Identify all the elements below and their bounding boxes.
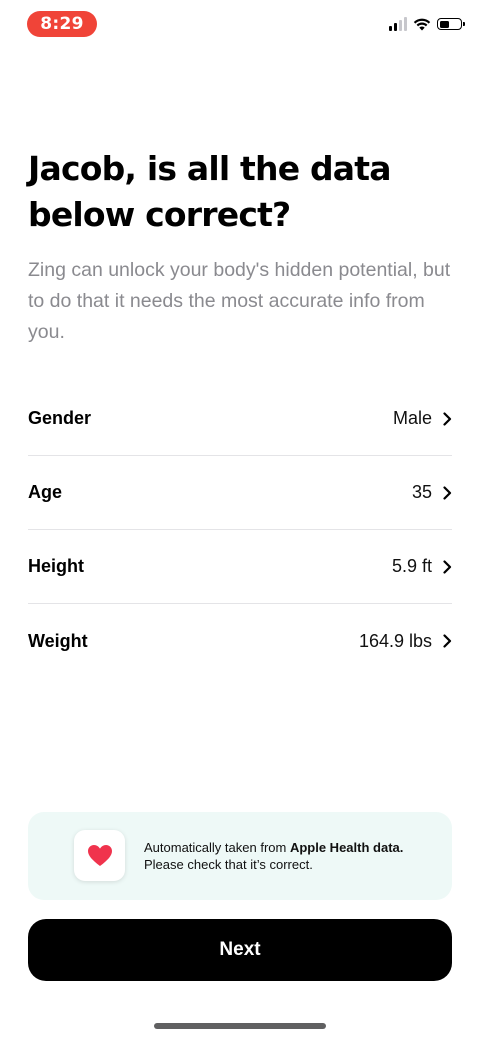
- row-weight[interactable]: Weight 164.9 lbs: [28, 604, 452, 678]
- data-list: Gender Male Age 35 Height 5.9 ft Weight …: [28, 382, 452, 678]
- row-height[interactable]: Height 5.9 ft: [28, 530, 452, 604]
- chevron-right-icon: [443, 485, 452, 500]
- row-value: 35: [411, 482, 432, 502]
- notice-source: Apple Health data.: [289, 840, 404, 855]
- row-value-group: 5.9 ft: [392, 556, 452, 577]
- page-title: Jacob, is all the data below correct?: [28, 149, 392, 234]
- row-value-group: 164.9 lbs: [359, 631, 452, 652]
- status-icons: [389, 17, 465, 31]
- status-time[interactable]: 8:29: [27, 11, 97, 37]
- row-label: Height: [28, 556, 84, 576]
- row-value-group: 35: [412, 482, 452, 503]
- row-label: Age: [28, 482, 63, 502]
- chevron-right-icon: [443, 634, 452, 648]
- apple-health-notice-text: Automatically taken from Apple Health da…: [144, 839, 444, 873]
- row-label: Gender: [28, 408, 92, 428]
- apple-health-notice: Automatically taken from Apple Health da…: [28, 812, 452, 900]
- wifi-icon: [413, 18, 431, 31]
- row-gender[interactable]: Gender Male: [28, 382, 452, 456]
- heart-icon: [87, 845, 112, 866]
- notice-line-2: Please check that it’s correct.: [144, 857, 313, 872]
- row-label: Weight: [28, 630, 88, 651]
- battery-level: [439, 20, 449, 28]
- chevron-right-icon: [443, 559, 452, 574]
- home-indicator[interactable]: [154, 1023, 326, 1029]
- page-subtitle: Zing can unlock your body's hidden poten…: [28, 259, 451, 343]
- next-button[interactable]: Next: [28, 919, 452, 981]
- row-value: 164.9 lbs: [358, 630, 432, 651]
- apple-health-app-tile: [74, 830, 125, 881]
- notice-prefix: Automatically taken from: [144, 840, 290, 855]
- notice-line-1: Automatically taken from Apple Health da…: [144, 839, 444, 856]
- chevron-right-icon: [443, 411, 452, 426]
- status-bar: 8:29: [0, 0, 480, 48]
- row-age[interactable]: Age 35: [28, 456, 452, 530]
- cellular-signal-icon: [389, 17, 407, 31]
- row-value-group: Male: [393, 408, 452, 429]
- battery-icon: [437, 18, 465, 30]
- row-value: 5.9 ft: [391, 556, 432, 576]
- row-value: Male: [392, 408, 432, 428]
